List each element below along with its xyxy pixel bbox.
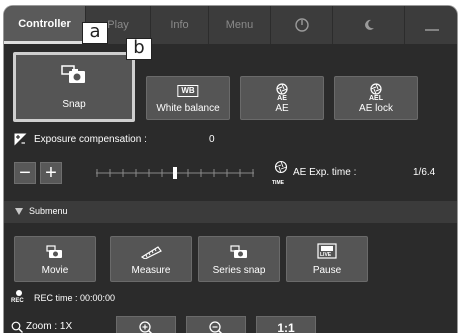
tab-controller-label: Controller <box>18 17 71 30</box>
movie-label: Movie <box>41 265 69 276</box>
measure-button[interactable]: Measure <box>110 236 192 282</box>
tab-bar: Controller Play Info Menu <box>4 6 457 44</box>
tab-play-label: Play <box>107 19 129 31</box>
zoom-in-button[interactable] <box>116 316 176 333</box>
zoom-out-button[interactable] <box>186 316 246 333</box>
zoom-one-to-one-label: 1:1 <box>277 321 295 333</box>
tab-power[interactable] <box>271 6 333 44</box>
minimize-icon <box>425 29 439 31</box>
ae-lock-label: AE lock <box>359 103 393 114</box>
movie-button[interactable]: Movie <box>14 236 96 282</box>
series-snap-button[interactable]: Series snap <box>198 236 280 282</box>
series-snap-label: Series snap <box>212 265 266 276</box>
ael-badge: AEL <box>369 95 383 102</box>
ae-time-icon <box>274 160 288 174</box>
series-snap-icon <box>230 245 247 258</box>
tab-menu[interactable]: Menu <box>209 6 271 44</box>
submenu-label: Submenu <box>29 206 68 216</box>
callout-b: b <box>126 38 152 60</box>
ae-badge: AE <box>277 95 287 102</box>
snap-label: Snap <box>62 99 86 110</box>
exposure-compensation-label: Exposure compensation : <box>34 134 147 145</box>
ae-button[interactable]: AE AE <box>240 76 324 120</box>
movie-icon <box>46 245 62 258</box>
ae-aperture-icon <box>276 83 288 95</box>
moon-icon <box>364 19 374 30</box>
exposure-plus-button[interactable]: + <box>40 162 62 184</box>
plus-icon: + <box>45 162 57 184</box>
callout-a: a <box>82 22 108 44</box>
rec-time-label: REC time : 00:00:00 <box>34 293 116 303</box>
power-icon <box>294 18 309 32</box>
triangle-down-icon <box>15 208 23 215</box>
ae-exp-time-label: AE Exp. time : <box>293 167 357 178</box>
exposure-compensation-icon <box>14 133 27 146</box>
rec-badge: REC <box>11 298 24 304</box>
measure-ruler-icon <box>140 246 162 259</box>
camera-snap-icon <box>61 65 85 83</box>
wb-icon: WB <box>177 85 199 97</box>
ae-lock-button[interactable]: AEL AE lock <box>334 76 418 120</box>
minus-icon: − <box>19 162 31 184</box>
exposure-compensation-value: 0 <box>209 134 215 145</box>
zoom-magnifier-icon <box>11 321 23 333</box>
ae-lock-aperture-icon <box>370 83 382 95</box>
zoom-one-to-one-button[interactable]: 1:1 <box>256 316 316 333</box>
zoom-label: Zoom : 1X <box>26 321 73 332</box>
live-badge: LIVE <box>320 252 332 258</box>
white-balance-button[interactable]: WB White balance <box>146 76 230 120</box>
white-balance-label: White balance <box>156 103 220 114</box>
exposure-slider-thumb[interactable] <box>173 167 177 179</box>
submenu-bar[interactable]: Submenu <box>4 201 457 223</box>
tab-minimize[interactable] <box>405 6 457 44</box>
ae-time-badge: TIME <box>272 180 284 186</box>
zoom-out-icon <box>209 321 223 333</box>
controller-panel: Controller Play Info Menu Snap WB White … <box>3 5 458 333</box>
tab-menu-label: Menu <box>225 19 254 31</box>
tab-info-label: Info <box>170 19 189 31</box>
exposure-slider[interactable] <box>96 167 254 179</box>
tab-night-mode[interactable] <box>333 6 405 44</box>
zoom-in-icon <box>139 321 153 333</box>
measure-label: Measure <box>131 265 171 276</box>
rec-dot-icon <box>16 290 22 296</box>
ae-exp-time-value: 1/6.4 <box>413 167 436 178</box>
snap-button[interactable]: Snap <box>13 52 135 122</box>
pause-button[interactable]: LIVE Pause <box>286 236 368 282</box>
tab-controller[interactable]: Controller <box>4 6 86 44</box>
pause-label: Pause <box>312 265 342 276</box>
ae-label: AE <box>275 103 289 114</box>
exposure-minus-button[interactable]: − <box>14 162 36 184</box>
tab-info[interactable]: Info <box>151 6 209 44</box>
